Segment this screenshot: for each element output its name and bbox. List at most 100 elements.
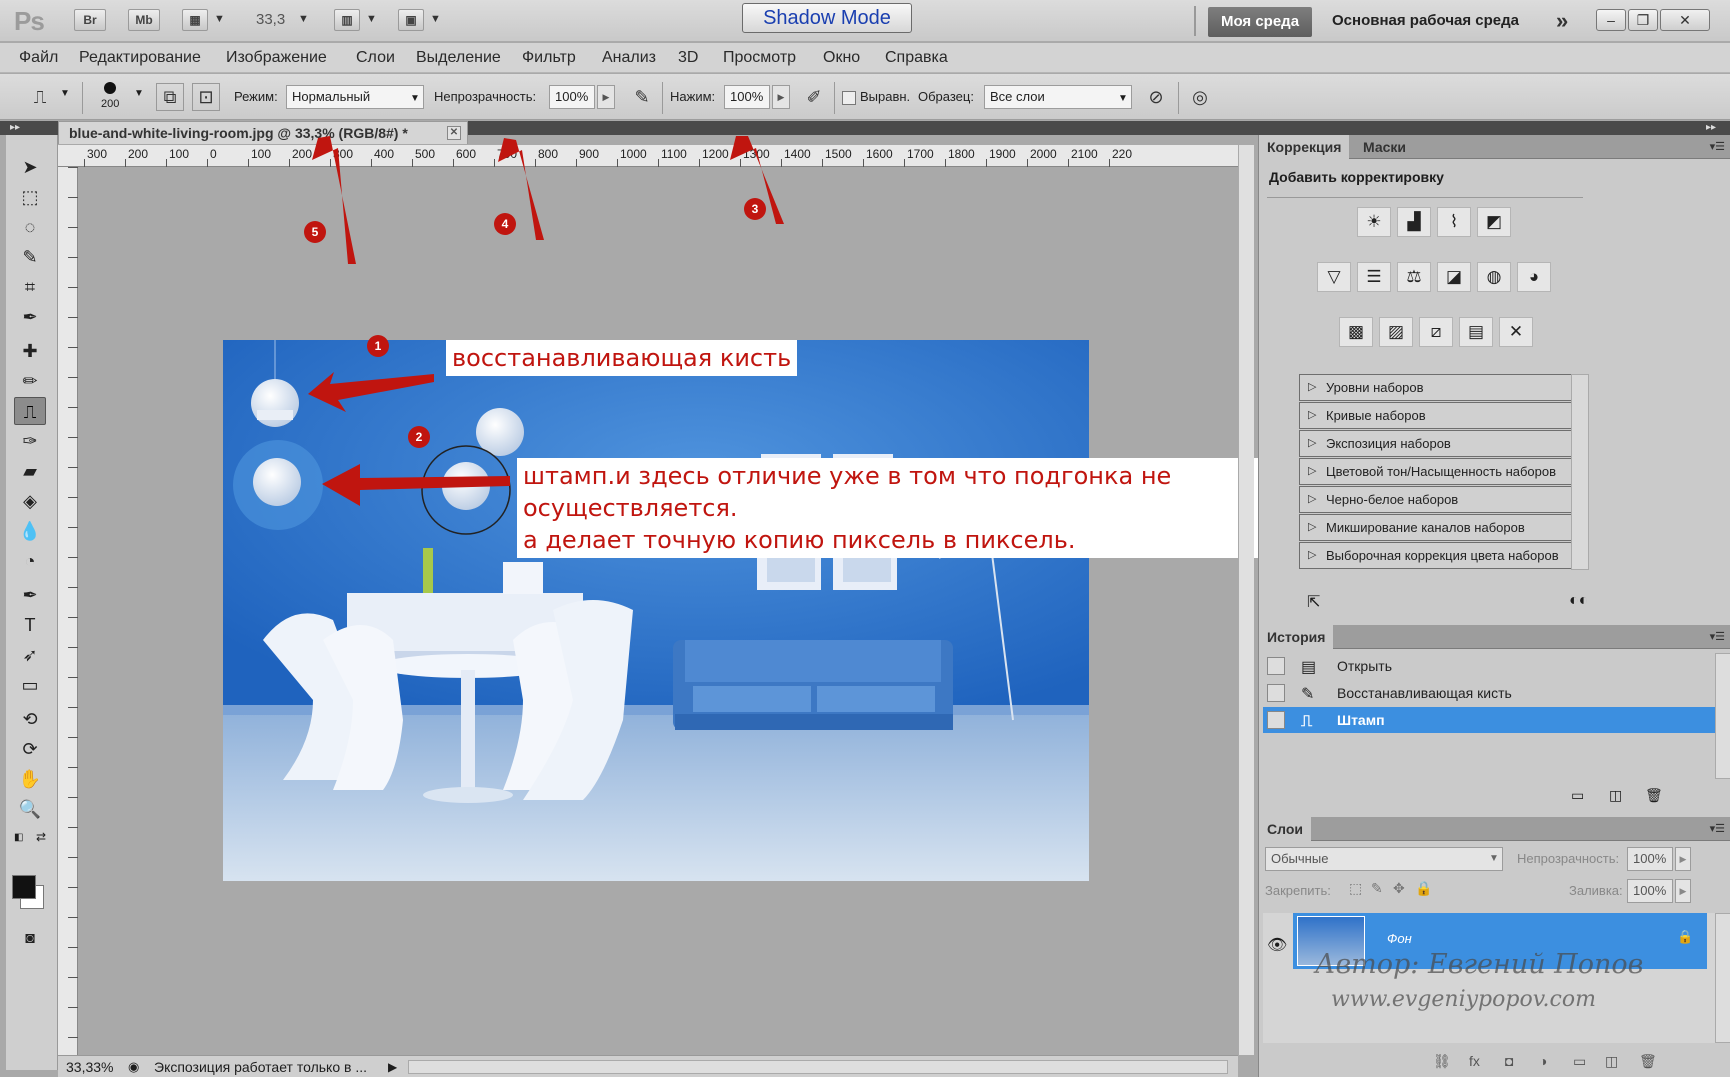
menu-3d[interactable]: 3D — [678, 49, 698, 67]
menu-select[interactable]: Выделение — [416, 49, 501, 67]
pen-tool-icon[interactable]: ✒ — [14, 581, 46, 609]
more-workspaces-icon[interactable]: » — [1556, 8, 1568, 34]
chevron-down-icon[interactable]: ▼ — [134, 88, 144, 99]
add-mask-icon[interactable]: ◘ — [1505, 1053, 1513, 1069]
chevron-down-icon[interactable]: ▼ — [60, 88, 70, 99]
eye-icon[interactable]: 👁 — [1267, 935, 1287, 955]
mode-select[interactable]: Нормальный — [286, 85, 424, 109]
lock-all-icon[interactable]: 🔒 — [1415, 880, 1432, 897]
maximize-button[interactable]: ❐ — [1628, 9, 1658, 31]
eraser-tool-icon[interactable]: ▰ — [14, 457, 46, 485]
move-tool-icon[interactable]: ➤ — [14, 153, 46, 181]
brush-panel-icon[interactable]: ⧉ — [156, 83, 184, 111]
menu-image[interactable]: Изображение — [226, 49, 327, 67]
lasso-tool-icon[interactable]: ◌ — [14, 213, 46, 241]
menu-file[interactable]: Файл — [19, 49, 58, 67]
chevron-down-icon[interactable]: ▼ — [1489, 853, 1499, 864]
preset-exposure[interactable]: ▷ Экспозиция наборов — [1299, 430, 1587, 457]
panel-menu-icon[interactable]: ▾☰ — [1710, 630, 1725, 643]
marquee-tool-icon[interactable]: ⬚ — [14, 183, 46, 211]
photo-filter-icon[interactable]: ◍ — [1477, 262, 1511, 292]
flow-input[interactable]: 100% — [724, 85, 770, 109]
hue-saturation-icon[interactable]: ☰ — [1357, 262, 1391, 292]
history-scrollbar[interactable] — [1715, 653, 1730, 779]
blur-tool-icon[interactable]: 💧 — [14, 517, 46, 545]
color-balance-icon[interactable]: ⚖ — [1397, 262, 1431, 292]
quick-mask-icon[interactable]: ◙ — [14, 925, 46, 953]
collapse-panels-icon[interactable]: ▸▸ — [1706, 121, 1716, 135]
levels-icon[interactable]: ▟ — [1397, 207, 1431, 237]
menu-edit[interactable]: Редактирование — [79, 49, 201, 67]
panel-menu-icon[interactable]: ▾☰ — [1710, 822, 1725, 835]
airbrush-icon[interactable]: ✐ — [800, 83, 828, 111]
history-checkbox[interactable] — [1267, 711, 1285, 729]
quick-selection-tool-icon[interactable]: ✎ — [14, 243, 46, 271]
arrange-documents-icon[interactable]: ▥ — [334, 9, 360, 31]
healing-brush-tool-icon[interactable]: ✚ — [14, 337, 46, 365]
layer-opacity-arrow[interactable]: ▶ — [1675, 847, 1691, 871]
blend-mode-select[interactable]: Обычные — [1265, 847, 1503, 871]
menu-layers[interactable]: Слои — [356, 49, 395, 67]
preset-black-white[interactable]: ▷ Черно-белое наборов — [1299, 486, 1587, 513]
history-item-healing-brush[interactable]: ✎ Восстанавливающая кисть — [1263, 680, 1715, 706]
menu-view[interactable]: Просмотр — [723, 49, 796, 67]
default-colors-icon[interactable]: ◧ — [14, 832, 23, 843]
history-item-open[interactable]: ▤ Открыть — [1263, 653, 1715, 679]
workspace-my-button[interactable]: Моя среда — [1208, 7, 1312, 37]
preset-hue-saturation[interactable]: ▷ Цветовой тон/Насыщенность наборов — [1299, 458, 1587, 485]
preset-levels[interactable]: ▷ Уровни наборов — [1299, 374, 1587, 401]
clone-source-panel-icon[interactable]: ⊡ — [192, 83, 220, 111]
status-menu-arrow[interactable]: ▶ — [388, 1057, 397, 1077]
close-button[interactable]: ✕ — [1660, 9, 1710, 31]
return-to-list-icon[interactable]: ⇱ — [1307, 592, 1320, 612]
preset-channel-mixer[interactable]: ▷ Микширование каналов наборов — [1299, 514, 1587, 541]
history-item-clone-stamp[interactable]: ⎍ Штамп — [1263, 707, 1715, 733]
tab-history[interactable]: История — [1259, 625, 1334, 649]
opacity-slider-arrow[interactable]: ▶ — [597, 85, 615, 109]
clip-to-layer-icon[interactable]: ◐◐ — [1569, 592, 1588, 610]
fx-icon[interactable]: fx — [1469, 1053, 1480, 1069]
preset-curves[interactable]: ▷ Кривые наборов — [1299, 402, 1587, 429]
minimize-button[interactable]: – — [1596, 9, 1626, 31]
flow-slider-arrow[interactable]: ▶ — [772, 85, 790, 109]
trash-icon[interactable]: 🗑 — [1645, 787, 1663, 804]
3d-orbit-tool-icon[interactable]: ⟳ — [14, 735, 46, 763]
gradient-map-icon[interactable]: ▤ — [1459, 317, 1493, 347]
pressure-size-icon[interactable]: ◎ — [1186, 83, 1214, 111]
history-brush-tool-icon[interactable]: ✑ — [14, 427, 46, 455]
screen-mode-icon[interactable]: ▣ — [398, 9, 424, 31]
trash-icon[interactable]: 🗑 — [1639, 1053, 1657, 1070]
panel-menu-icon[interactable]: ▾☰ — [1710, 140, 1725, 153]
document-image[interactable] — [223, 340, 1089, 881]
tab-adjustments[interactable]: Коррекция — [1259, 135, 1350, 159]
new-snapshot-icon[interactable]: ◫ — [1609, 787, 1622, 804]
eyedropper-tool-icon[interactable]: ✒ — [14, 303, 46, 331]
chevron-down-icon[interactable]: ▼ — [1118, 93, 1128, 104]
brush-tool-icon[interactable]: ✏ — [14, 367, 46, 395]
clone-stamp-tool-icon[interactable]: ⎍ — [14, 397, 46, 425]
menu-window[interactable]: Окно — [823, 49, 860, 67]
paint-bucket-tool-icon[interactable]: ◈ — [14, 487, 46, 515]
path-selection-tool-icon[interactable]: ➶ — [14, 641, 46, 669]
crop-tool-icon[interactable]: ⌗ — [14, 273, 46, 301]
swap-colors-icon[interactable]: ⇄ — [36, 830, 46, 844]
hand-tool-icon[interactable]: ✋ — [14, 765, 46, 793]
aligned-checkbox[interactable] — [842, 91, 856, 105]
link-layers-icon[interactable]: ⛓ — [1433, 1053, 1451, 1070]
history-checkbox[interactable] — [1267, 684, 1285, 702]
dodge-tool-icon[interactable]: ◔ — [14, 547, 46, 575]
menu-help[interactable]: Справка — [885, 49, 948, 67]
rectangle-tool-icon[interactable]: ▭ — [14, 671, 46, 699]
canvas-vertical-scrollbar[interactable] — [1238, 145, 1254, 1055]
close-icon[interactable]: ✕ — [447, 126, 461, 140]
workspace-main-button[interactable]: Основная рабочая среда — [1332, 12, 1519, 29]
presets-scrollbar[interactable] — [1571, 374, 1589, 570]
chevron-down-icon[interactable]: ▼ — [430, 13, 441, 25]
document-tab[interactable]: blue-and-white-living-room.jpg @ 33,3% (… — [58, 121, 468, 144]
zoom-level[interactable]: 33,3 — [256, 11, 285, 28]
channel-mixer-icon[interactable]: ◕ — [1517, 262, 1551, 292]
fill-arrow[interactable]: ▶ — [1675, 879, 1691, 903]
chevron-down-icon[interactable]: ▼ — [214, 13, 225, 25]
status-info-icon[interactable]: ◉ — [128, 1057, 139, 1077]
pressure-opacity-icon[interactable]: ✎ — [628, 83, 656, 111]
